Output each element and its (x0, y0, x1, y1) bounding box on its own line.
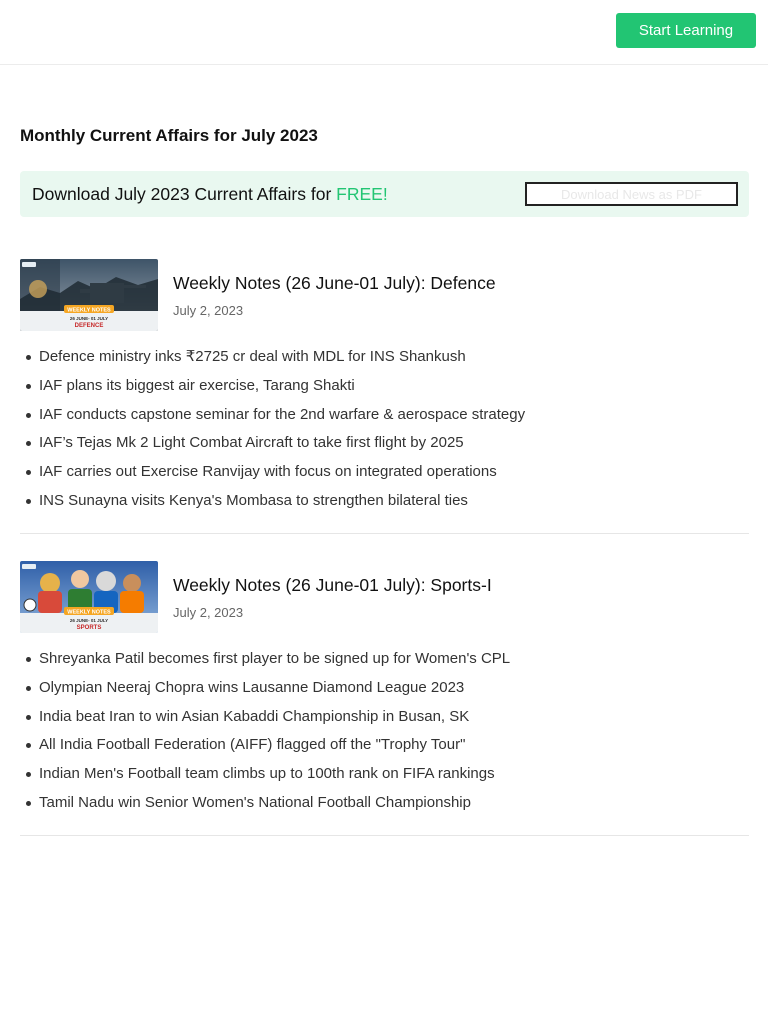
free-label: FREE! (336, 184, 388, 204)
start-learning-button[interactable]: Start Learning (616, 13, 756, 48)
article-card: WEEKLY NOTES 26 JUNE- 01 JULY DEFENCE We… (20, 259, 749, 534)
thumbnail-badge-text: WEEKLY NOTES (67, 308, 111, 314)
article-thumbnail[interactable]: WEEKLY NOTES 26 JUNE- 01 JULY SPORTS (20, 561, 158, 633)
bullet-item: Indian Men's Football team climbs up to … (20, 762, 510, 791)
page-title: Monthly Current Affairs for July 2023 (20, 126, 318, 145)
download-banner: Download July 2023 Current Affairs for F… (20, 171, 749, 217)
article-bullet-list: Shreyanka Patil becomes first player to … (20, 647, 510, 820)
bullet-item: Tamil Nadu win Senior Women's National F… (20, 791, 510, 820)
banner-text: Download July 2023 Current Affairs for F… (32, 184, 388, 205)
article-title[interactable]: Weekly Notes (26 June-01 July): Defence (173, 273, 496, 294)
thumbnail-topic-text: SPORTS (77, 625, 102, 631)
thumbnail-dates-text: 26 JUNE- 01 JULY (70, 618, 108, 623)
article-date: July 2, 2023 (173, 605, 244, 620)
banner-label: Download July 2023 Current Affairs for (32, 184, 337, 204)
thumbnail-topic-text: DEFENCE (75, 323, 104, 329)
bullet-item: Shreyanka Patil becomes first player to … (20, 647, 510, 676)
article-card: WEEKLY NOTES 26 JUNE- 01 JULY SPORTS Wee… (20, 561, 749, 836)
bullet-item: INS Sunayna visits Kenya's Mombasa to st… (20, 489, 525, 518)
article-thumbnail[interactable]: WEEKLY NOTES 26 JUNE- 01 JULY DEFENCE (20, 259, 158, 331)
thumbnail-badge-text: WEEKLY NOTES (67, 610, 111, 616)
top-bar: Start Learning (0, 0, 768, 65)
article-date: July 2, 2023 (173, 303, 244, 318)
bullet-item: All India Football Federation (AIFF) fla… (20, 733, 510, 762)
bullet-item: IAF plans its biggest air exercise, Tara… (20, 374, 525, 403)
bullet-item: IAF conducts capstone seminar for the 2n… (20, 403, 525, 432)
defence-thumbnail-image: WEEKLY NOTES 26 JUNE- 01 JULY DEFENCE (20, 259, 158, 331)
bullet-item: Olympian Neeraj Chopra wins Lausanne Dia… (20, 676, 510, 705)
bullet-item: IAF carries out Exercise Ranvijay with f… (20, 460, 525, 489)
download-pdf-button[interactable]: Download News as PDF (525, 182, 738, 206)
bullet-item: India beat Iran to win Asian Kabaddi Cha… (20, 705, 510, 734)
thumbnail-dates-text: 26 JUNE- 01 JULY (70, 316, 108, 321)
article-title[interactable]: Weekly Notes (26 June-01 July): Sports-I (173, 575, 492, 596)
bullet-item: Defence ministry inks ₹2725 cr deal with… (20, 345, 525, 374)
sports-thumbnail-image: WEEKLY NOTES 26 JUNE- 01 JULY SPORTS (20, 561, 158, 633)
bullet-item: IAF’s Tejas Mk 2 Light Combat Aircraft t… (20, 431, 525, 460)
article-bullet-list: Defence ministry inks ₹2725 cr deal with… (20, 345, 525, 518)
